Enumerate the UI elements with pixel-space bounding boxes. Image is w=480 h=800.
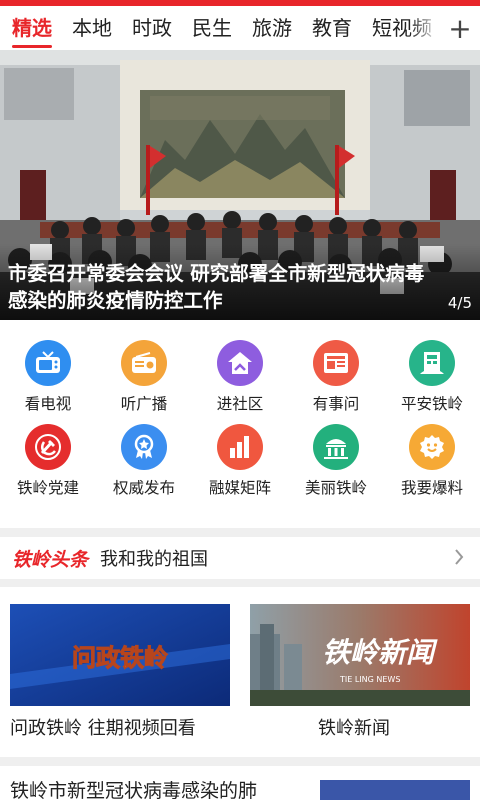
tabs-scroll[interactable]: 精选 本地 时政 民生 旅游 教育 短视频 — [0, 6, 440, 50]
building-icon — [409, 340, 455, 386]
video-title-tieling-news[interactable]: 铁岭新闻 — [318, 714, 470, 740]
grid-label-ask: 有事问 — [312, 395, 360, 413]
add-channel-button[interactable]: + — [440, 6, 480, 50]
grid-item-party[interactable]: 铁岭党建 — [0, 424, 96, 498]
grid-item-beautiful-tieling[interactable]: 美丽铁岭 — [288, 424, 384, 498]
video-title-wenzheng[interactable]: 问政铁岭 往期视频回看 — [10, 714, 230, 740]
grid-item-safe-tieling[interactable]: 平安铁岭 — [384, 340, 480, 414]
grid-label-community: 进社区 — [216, 395, 264, 413]
tabs-fade — [410, 6, 440, 50]
video-thumb-subtext-tieling-news: TIE LING NEWS — [339, 675, 400, 684]
newspaper-icon — [313, 340, 359, 386]
grid-label-official: 权威发布 — [112, 479, 175, 497]
grid-item-ask[interactable]: 有事问 — [288, 340, 384, 414]
grid-label-tv: 看电视 — [24, 395, 72, 413]
video-thumb-wenzheng[interactable]: 问政铁岭 — [10, 604, 230, 706]
grid-item-tv[interactable]: 看电视 — [0, 340, 96, 414]
video-thumb-tieling-news[interactable]: 铁岭新闻 TIE LING NEWS — [250, 604, 470, 706]
landmark-icon — [313, 424, 359, 470]
tv-icon — [25, 340, 71, 386]
video-thumb-text-tieling-news: 铁岭新闻 — [322, 636, 438, 669]
face-icon — [409, 424, 455, 470]
tab-local[interactable]: 本地 — [62, 6, 122, 50]
grid-label-party: 铁岭党建 — [16, 479, 79, 497]
tab-featured[interactable]: 精选 — [0, 6, 62, 50]
grid-item-media-matrix[interactable]: 融媒矩阵 — [192, 424, 288, 498]
news-thumbnail[interactable] — [320, 780, 470, 800]
headline-bar[interactable]: 铁岭头条 我和我的祖国 — [0, 537, 480, 579]
news-list-item[interactable]: 铁岭市新型冠状病毒感染的肺 — [0, 766, 480, 800]
video-section: 问政铁岭 问政铁岭 往期视频回看 铁岭新闻 TIE LING NEWS 铁岭新闻 — [0, 587, 480, 757]
party-emblem-icon — [25, 424, 71, 470]
grid-item-radio[interactable]: 听广播 — [96, 340, 192, 414]
news-title[interactable]: 铁岭市新型冠状病毒感染的肺 — [10, 776, 257, 800]
video-card-tieling-news[interactable]: 铁岭新闻 TIE LING NEWS 铁岭新闻 — [250, 604, 470, 740]
grid-label-radio: 听广播 — [120, 395, 168, 413]
headline-tag: 铁岭头条 — [12, 548, 89, 571]
radio-icon — [121, 340, 167, 386]
bar-chart-icon — [217, 424, 263, 470]
grid-label-beautiful-tieling: 美丽铁岭 — [304, 479, 367, 497]
grid-label-report: 我要爆料 — [400, 479, 463, 497]
tab-politics[interactable]: 时政 — [122, 6, 182, 50]
video-thumb-text-wenzheng: 问政铁岭 — [72, 644, 168, 672]
community-icon — [217, 340, 263, 386]
tab-travel[interactable]: 旅游 — [242, 6, 302, 50]
grid-item-report[interactable]: 我要爆料 — [384, 424, 480, 498]
grid-item-community[interactable]: 进社区 — [192, 340, 288, 414]
service-grid: 看电视 听广播 进社区 有事问 平安铁岭 铁岭党建 权威发布 融媒矩阵 美丽铁岭… — [0, 320, 480, 528]
banner-page-indicator: 4/5 — [447, 294, 472, 312]
chevron-right-icon[interactable] — [454, 547, 464, 571]
tab-livelihood[interactable]: 民生 — [182, 6, 242, 50]
video-card-wenzheng[interactable]: 问政铁岭 问政铁岭 往期视频回看 — [10, 604, 230, 740]
tab-education[interactable]: 教育 — [302, 6, 362, 50]
award-icon — [121, 424, 167, 470]
banner-title[interactable]: 市委召开常委会会议 研究部署全市新型冠状病毒感染的肺炎疫情防控工作 — [8, 260, 438, 314]
headline-text[interactable]: 我和我的祖国 — [100, 545, 208, 571]
channel-tabs: 精选 本地 时政 民生 旅游 教育 短视频 + — [0, 6, 480, 50]
grid-label-media-matrix: 融媒矩阵 — [208, 479, 271, 497]
grid-item-official[interactable]: 权威发布 — [96, 424, 192, 498]
banner-carousel[interactable]: 市委召开常委会会议 研究部署全市新型冠状病毒感染的肺炎疫情防控工作 4/5 — [0, 50, 480, 320]
grid-label-safe-tieling: 平安铁岭 — [400, 395, 463, 413]
